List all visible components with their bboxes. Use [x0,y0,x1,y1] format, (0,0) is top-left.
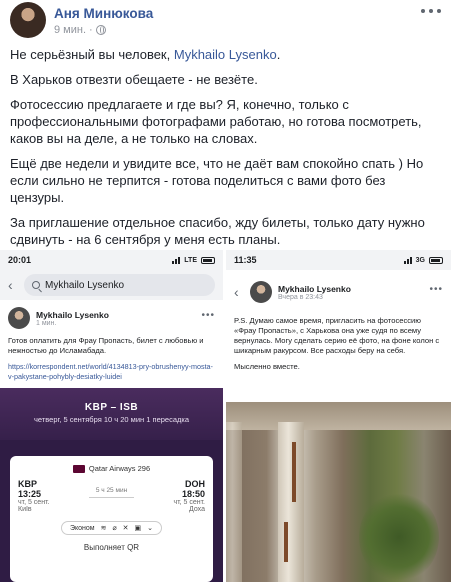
author-name[interactable]: Аня Минюкова [54,6,153,21]
back-arrow-icon: ‹ [8,277,13,293]
mention-link[interactable]: Mykhailo Lysenko [174,47,277,62]
wifi-icon: ≋ [100,525,107,532]
phone-status-bar: 11:35 3G [226,250,451,270]
paragraph-2: В Харьков отвезти обещаете - не везёте. [10,72,258,87]
paragraph-5: За приглашение отдельное спасибо, жду би… [10,215,425,247]
facebook-post: Аня Минюкова 9 мин. · Не серьёзный вы че… [0,0,451,582]
screen-icon: ▣ [134,525,142,532]
ticket-card: Qatar Airways 296 KBP 13:25 чт, 5 сент. … [10,456,213,582]
more-icon: ••• [429,284,443,295]
more-icon: ••• [201,310,215,321]
embedded-post: ‹ Mykhailo Lysenko Вчера в 23:43 ••• P.S… [226,270,451,378]
post-time[interactable]: 9 мин. [54,24,86,36]
signal-icon [403,256,412,264]
post-meta: 9 мин. · [54,24,106,36]
arrival: DOH 18:50 чт, 5 сент. Доха [173,479,205,513]
globe-icon[interactable] [95,25,106,35]
attached-screenshot-right[interactable]: 11:35 3G ‹ Mykhailo Lysenko Вчера в 23:4… [226,250,451,582]
avatar [250,281,272,303]
post-text: Не серьёзный вы человек, Mykhailo Lysenk… [10,46,440,256]
search-bar: ‹ Mykhailo Lysenko [0,270,223,300]
no-power-icon: ⌀ [112,525,117,532]
author-avatar[interactable] [10,2,46,38]
departure: KBP 13:25 чт, 5 сент. Київ [18,479,50,513]
attached-screenshot-left[interactable]: 20:01 LTE ‹ Mykhailo Lysenko Mykhailo Ly… [0,250,224,582]
signal-icon [172,256,181,264]
chevron-down-icon: ⌄ [147,525,154,532]
battery-icon [201,256,215,264]
search-field: Mykhailo Lysenko [24,274,215,296]
paragraph-3: Фотосессию предлагаете и где вы? Я, коне… [10,97,422,146]
post-header: Аня Минюкова 9 мин. · [10,2,441,38]
embedded-post: Mykhailo Lysenko 1 мин. ••• Готов оплати… [0,300,223,388]
paragraph-1: Не серьёзный вы человек, Mykhailo Lysenk… [10,47,281,62]
amenities: Эконом ≋ ⌀ ✕ ▣ ⌄ [60,521,163,535]
airline-logo-icon [72,464,85,473]
battery-icon [429,256,443,264]
phone-status-bar: 20:01 LTE [0,250,223,270]
paragraph-4: Ещё две недели и увидите все, что не даё… [10,156,424,205]
back-arrow-icon: ‹ [234,284,239,300]
more-options-icon[interactable] [421,4,441,18]
column-photo [226,402,451,582]
meal-icon: ✕ [122,525,129,532]
search-icon [32,281,40,289]
avatar [8,307,30,329]
